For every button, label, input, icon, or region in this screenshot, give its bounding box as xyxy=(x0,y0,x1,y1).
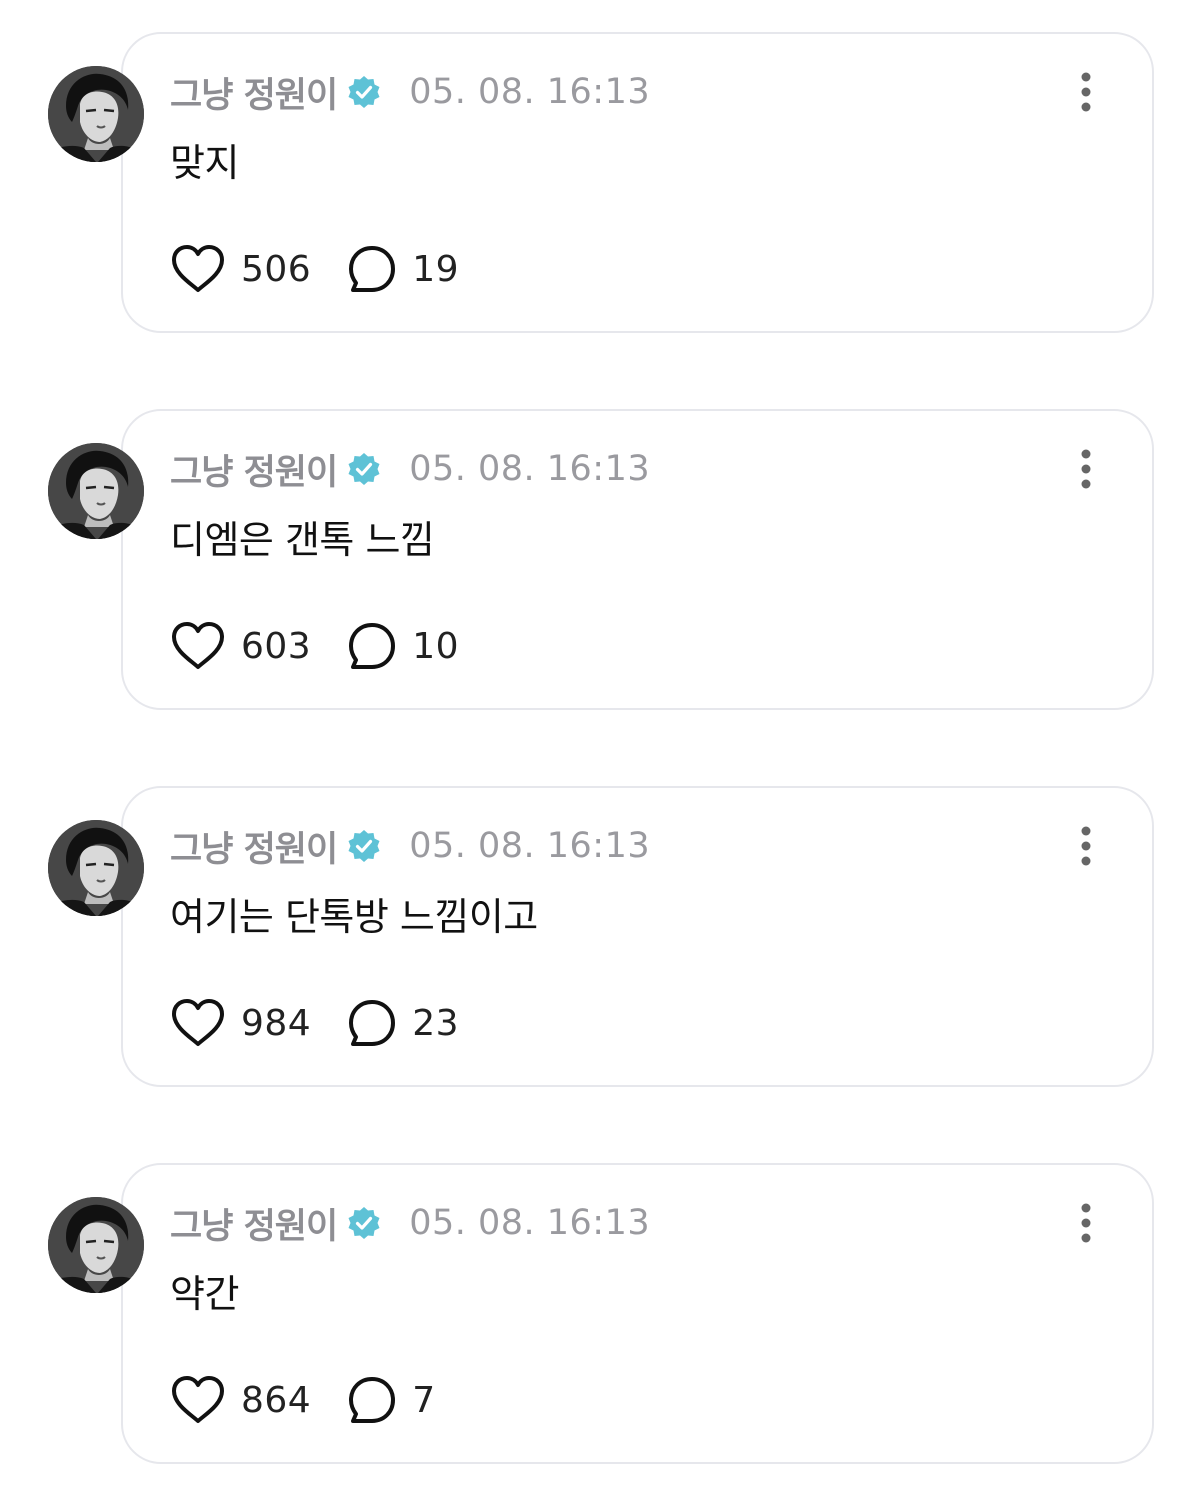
verified-badge-icon xyxy=(347,75,381,109)
more-vertical-icon[interactable] xyxy=(1072,449,1100,489)
heart-icon[interactable] xyxy=(170,1375,226,1425)
post-header: 그냥 정원이 05. 08. 16:13 xyxy=(170,447,651,493)
avatar[interactable] xyxy=(48,820,144,916)
speech-bubble-icon[interactable] xyxy=(347,244,397,294)
heart-icon[interactable] xyxy=(170,998,226,1048)
speech-bubble-icon[interactable] xyxy=(347,621,397,671)
post-header: 그냥 정원이 05. 08. 16:13 xyxy=(170,824,651,870)
post-text: 맞지 xyxy=(170,141,239,185)
post-timestamp: 05. 08. 16:13 xyxy=(409,1203,651,1243)
post-timestamp: 05. 08. 16:13 xyxy=(409,826,651,866)
like-count: 864 xyxy=(241,1379,312,1421)
verified-badge-icon xyxy=(347,1206,381,1240)
more-vertical-icon[interactable] xyxy=(1072,826,1100,866)
like-count: 506 xyxy=(241,248,312,290)
reply-count: 7 xyxy=(412,1379,436,1421)
thread-post: 그냥 정원이 05. 08. 16:13 맞지 506 19 xyxy=(48,32,1158,337)
verified-badge-icon xyxy=(347,829,381,863)
reply-count: 23 xyxy=(412,1002,460,1044)
post-timestamp: 05. 08. 16:13 xyxy=(409,72,651,112)
thread-post: 그냥 정원이 05. 08. 16:13 디엠은 갠톡 느낌 603 10 xyxy=(48,409,1158,714)
reply-count: 19 xyxy=(412,248,460,290)
author-name[interactable]: 그냥 정원이 xyxy=(170,67,338,118)
speech-bubble-icon[interactable] xyxy=(347,1375,397,1425)
verified-badge-icon xyxy=(347,452,381,486)
author-name[interactable]: 그냥 정원이 xyxy=(170,821,338,872)
reply-count: 10 xyxy=(412,625,460,667)
thread-post: 그냥 정원이 05. 08. 16:13 여기는 단톡방 느낌이고 984 23 xyxy=(48,786,1158,1091)
post-timestamp: 05. 08. 16:13 xyxy=(409,449,651,489)
post-text: 여기는 단톡방 느낌이고 xyxy=(170,895,538,939)
avatar[interactable] xyxy=(48,66,144,162)
post-actions: 603 10 xyxy=(170,621,459,671)
avatar[interactable] xyxy=(48,443,144,539)
post-actions: 506 19 xyxy=(170,244,459,294)
heart-icon[interactable] xyxy=(170,244,226,294)
author-name[interactable]: 그냥 정원이 xyxy=(170,1198,338,1249)
author-name[interactable]: 그냥 정원이 xyxy=(170,444,338,495)
thread-post: 그냥 정원이 05. 08. 16:13 약간 864 7 xyxy=(48,1163,1158,1468)
post-header: 그냥 정원이 05. 08. 16:13 xyxy=(170,70,651,116)
more-vertical-icon[interactable] xyxy=(1072,1203,1100,1243)
post-text: 약간 xyxy=(170,1272,239,1316)
heart-icon[interactable] xyxy=(170,621,226,671)
post-actions: 984 23 xyxy=(170,998,459,1048)
more-vertical-icon[interactable] xyxy=(1072,72,1100,112)
speech-bubble-icon[interactable] xyxy=(347,998,397,1048)
post-actions: 864 7 xyxy=(170,1375,436,1425)
post-text: 디엠은 갠톡 느낌 xyxy=(170,518,435,562)
like-count: 984 xyxy=(241,1002,312,1044)
like-count: 603 xyxy=(241,625,312,667)
avatar[interactable] xyxy=(48,1197,144,1293)
post-header: 그냥 정원이 05. 08. 16:13 xyxy=(170,1201,651,1247)
